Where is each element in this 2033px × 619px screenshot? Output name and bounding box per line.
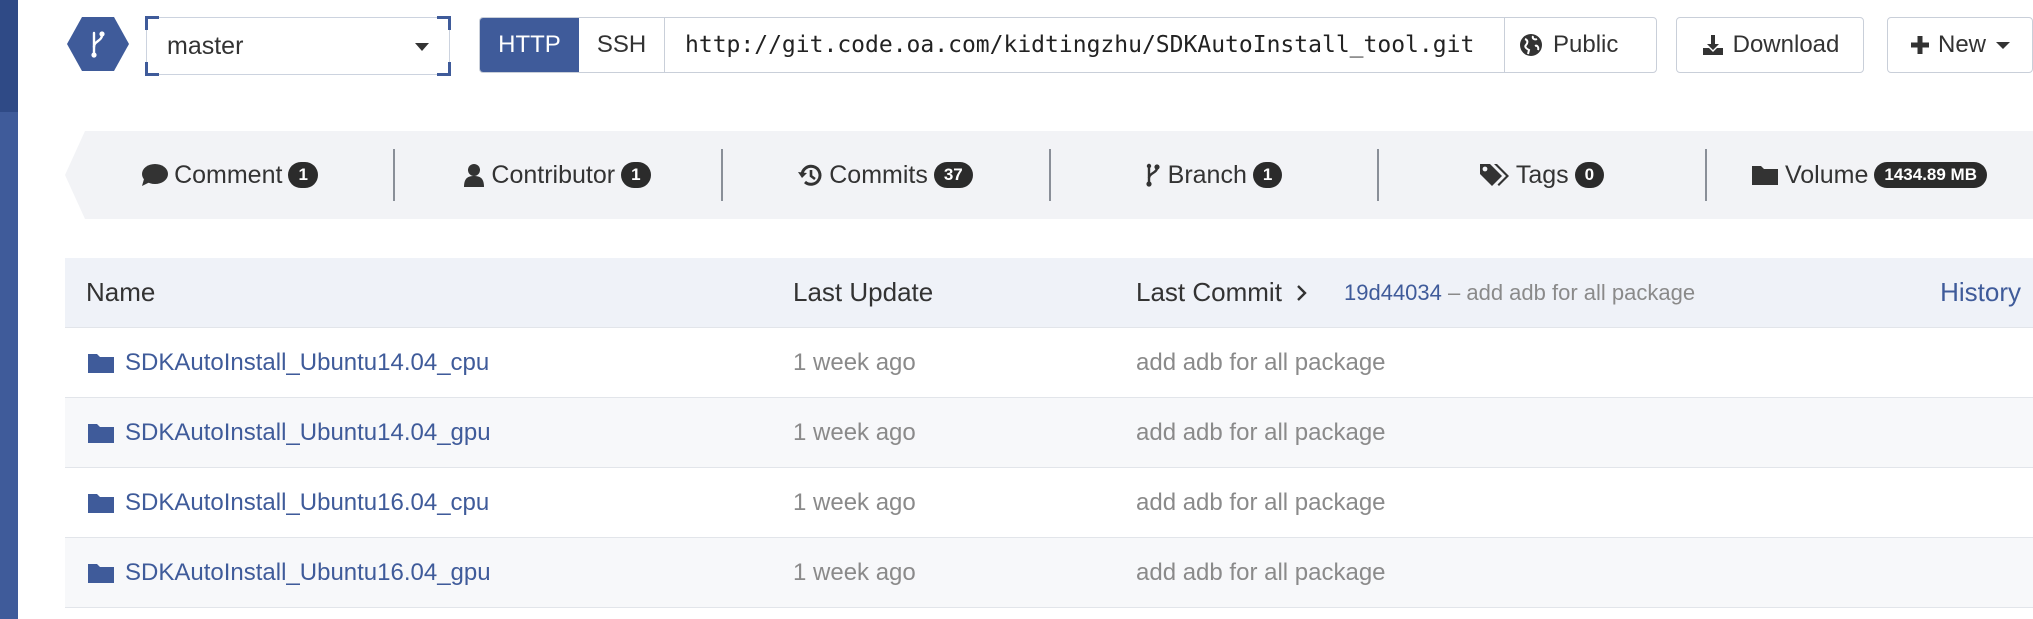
stat-branch-label: Branch (1167, 160, 1247, 189)
focus-corner (437, 62, 451, 76)
visibility-label: Public (1553, 31, 1619, 58)
folder-name: SDKAutoInstall_Ubuntu16.04_cpu (125, 488, 490, 516)
clone-url-group: HTTP SSH Public (479, 17, 1657, 73)
chevron-down-icon (1996, 41, 2010, 49)
folder-name: SDKAutoInstall_Ubuntu16.04_gpu (125, 558, 491, 586)
ssh-button[interactable]: SSH (579, 18, 665, 72)
stat-comment-label: Comment (174, 160, 283, 189)
download-button[interactable]: Download (1676, 17, 1864, 73)
left-nav-strip-top (0, 0, 18, 112)
focus-corner (145, 62, 159, 76)
stat-comment[interactable]: Comment 1 (65, 131, 393, 219)
table-row: SDKAutoInstall_Ubuntu14.04_gpu 1 week ag… (65, 398, 2033, 468)
stat-contributor-count: 1 (621, 162, 651, 188)
folder-name: SDKAutoInstall_Ubuntu14.04_cpu (125, 348, 490, 376)
left-nav-strip (0, 0, 18, 619)
stat-contributor-label: Contributor (491, 160, 616, 189)
focus-corner (145, 16, 159, 30)
download-icon (1702, 35, 1723, 55)
commit-message[interactable]: add adb for all package (1136, 489, 1386, 517)
stat-commits[interactable]: Commits 37 (721, 131, 1049, 219)
download-label: Download (1732, 31, 1840, 58)
commit-message[interactable]: add adb for all package (1136, 559, 1386, 587)
folder-icon (88, 493, 114, 513)
visibility-indicator: Public (1505, 18, 1618, 72)
plus-icon (1910, 36, 1929, 54)
tags-icon (1479, 164, 1509, 186)
new-label: New (1937, 31, 1986, 58)
latest-commit-summary: 19d44034 – add adb for all package (1344, 280, 1695, 306)
history-link[interactable]: History (1940, 277, 2021, 308)
user-icon (464, 164, 485, 187)
folder-link[interactable]: SDKAutoInstall_Ubuntu14.04_gpu (87, 419, 491, 447)
repo-stats-bar: Comment 1 Contributor 1 Commits 37 Branc… (65, 131, 2033, 219)
table-row: SDKAutoInstall_Ubuntu16.04_gpu 1 week ag… (65, 538, 2033, 608)
folder-icon (88, 353, 114, 373)
folder-icon (1751, 166, 1778, 185)
column-header-last-commit: Last Commit (1136, 277, 1308, 308)
folder-icon (88, 563, 114, 583)
table-row: SDKAutoInstall_Ubuntu16.04_cpu 1 week ag… (65, 468, 2033, 538)
folder-icon (88, 423, 114, 443)
stat-contributor[interactable]: Contributor 1 (393, 131, 721, 219)
latest-commit-sha[interactable]: 19d44034 (1344, 280, 1442, 305)
stat-branch-count: 1 (1252, 162, 1283, 188)
commit-message[interactable]: add adb for all package (1136, 419, 1386, 447)
chevron-down-icon (415, 43, 429, 51)
last-update: 1 week ago (793, 558, 916, 586)
stat-commits-label: Commits (829, 160, 928, 189)
table-row: SDKAutoInstall_Ubuntu14.04_cpu 1 week ag… (65, 328, 2033, 398)
last-update: 1 week ago (793, 418, 916, 446)
globe-icon (1520, 34, 1542, 56)
folder-name: SDKAutoInstall_Ubuntu14.04_gpu (125, 418, 491, 446)
stat-tags[interactable]: Tags 0 (1377, 131, 1705, 219)
last-update: 1 week ago (793, 348, 916, 376)
comment-icon (142, 164, 169, 186)
branch-icon (1146, 163, 1160, 187)
new-button[interactable]: New (1887, 17, 2033, 73)
repository-page: master HTTP SSH Public Download New (0, 0, 2033, 619)
focus-corner (437, 16, 451, 30)
stat-commits-count: 37 (933, 162, 973, 188)
history-icon (798, 164, 822, 186)
http-button[interactable]: HTTP (480, 18, 579, 72)
branch-icon (67, 17, 129, 71)
clone-url-input[interactable] (665, 18, 1505, 72)
column-header-last-commit-label: Last Commit (1136, 277, 1282, 307)
branch-select[interactable]: master (145, 16, 451, 76)
chevron-right-icon (1297, 284, 1307, 301)
latest-commit-message: – add adb for all package (1448, 279, 1696, 305)
column-header-name: Name (86, 277, 156, 307)
last-update: 1 week ago (793, 488, 916, 516)
file-table-header: Name Last Update Last Commit 19d44034 – … (65, 258, 2033, 328)
stat-comment-count: 1 (288, 162, 318, 188)
commit-message[interactable]: add adb for all package (1136, 349, 1386, 377)
stat-volume[interactable]: Volume 1434.89 MB (1705, 131, 2033, 219)
branch-select-value: master (167, 31, 244, 60)
stat-volume-label: Volume (1784, 160, 1869, 189)
file-table: Name Last Update Last Commit 19d44034 – … (65, 258, 2033, 608)
folder-link[interactable]: SDKAutoInstall_Ubuntu16.04_gpu (87, 559, 491, 587)
folder-link[interactable]: SDKAutoInstall_Ubuntu16.04_cpu (87, 489, 489, 517)
folder-link[interactable]: SDKAutoInstall_Ubuntu14.04_cpu (87, 349, 489, 377)
stat-branch[interactable]: Branch 1 (1049, 131, 1377, 219)
stat-tags-count: 0 (1574, 162, 1605, 188)
stat-volume-count: 1434.89 MB (1874, 162, 1987, 188)
column-header-last-update: Last Update (793, 277, 934, 307)
stat-tags-label: Tags (1515, 160, 1569, 189)
